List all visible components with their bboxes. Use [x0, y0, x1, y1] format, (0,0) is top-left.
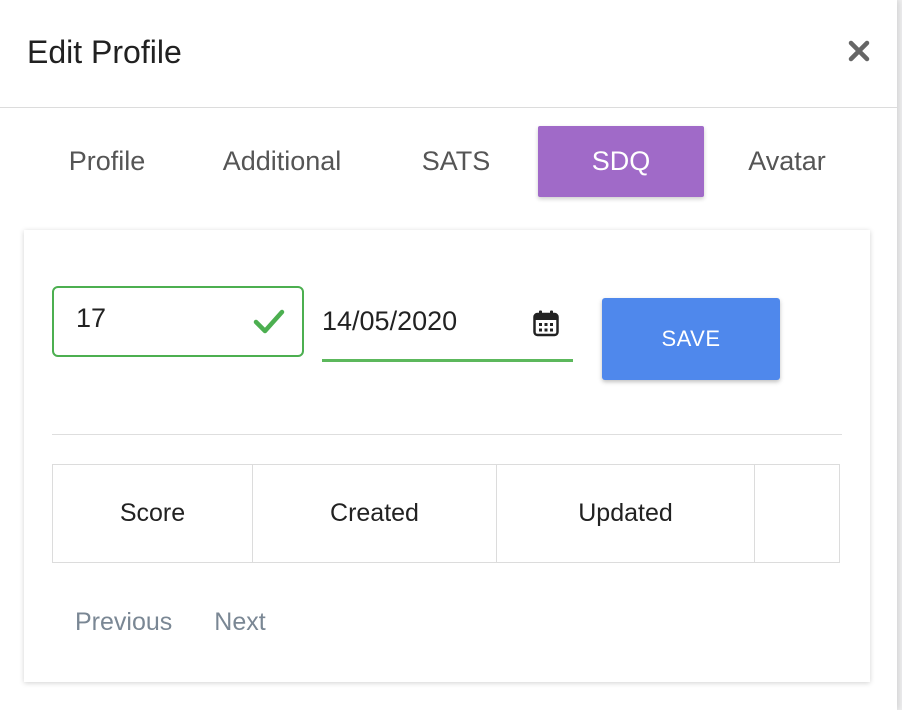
column-header-created: Created	[253, 465, 497, 562]
modal-header: Edit Profile	[0, 0, 897, 108]
close-icon	[848, 40, 870, 62]
sdq-table: Score Created Updated	[52, 464, 840, 563]
column-header-score: Score	[53, 465, 253, 562]
next-link[interactable]: Next	[214, 608, 265, 640]
pagination: Previous Next	[75, 608, 266, 640]
calendar-icon[interactable]	[531, 308, 561, 338]
close-button[interactable]	[844, 36, 874, 66]
sdq-panel: SAVE Score Created Updated Previous Next	[24, 230, 870, 682]
tab-sdq[interactable]: SDQ	[538, 126, 704, 197]
tab-additional[interactable]: Additional	[204, 126, 360, 197]
modal-title: Edit Profile	[27, 34, 182, 70]
previous-link[interactable]: Previous	[75, 608, 172, 640]
edit-profile-modal: Edit Profile Profile Additional SATS SDQ…	[0, 0, 897, 710]
tab-bar: Profile Additional SATS SDQ Avatar	[0, 126, 897, 198]
column-header-actions	[755, 465, 839, 562]
score-field	[52, 286, 304, 357]
column-header-updated: Updated	[497, 465, 755, 562]
check-icon	[252, 306, 286, 336]
score-input[interactable]	[76, 303, 256, 334]
tab-profile[interactable]: Profile	[48, 126, 166, 197]
save-button[interactable]: SAVE	[602, 298, 780, 380]
tab-sats[interactable]: SATS	[398, 126, 514, 197]
date-input[interactable]	[322, 306, 522, 337]
date-field	[322, 290, 573, 362]
section-divider	[52, 434, 842, 435]
tab-avatar[interactable]: Avatar	[728, 126, 846, 197]
